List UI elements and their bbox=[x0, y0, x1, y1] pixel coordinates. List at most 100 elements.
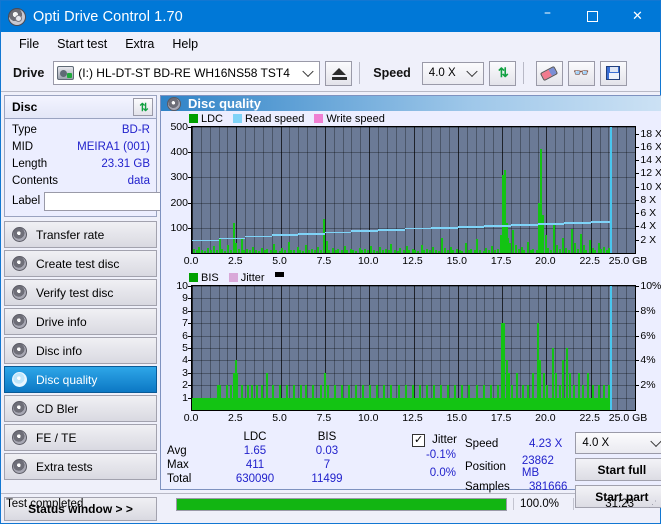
disc-row-contents: Contents data bbox=[12, 173, 150, 189]
progress-bar bbox=[176, 497, 507, 511]
data-bar bbox=[565, 348, 568, 410]
jitter-max-value: 0.0% bbox=[429, 467, 456, 479]
test-speed-value: 4.0 X bbox=[582, 437, 610, 449]
sidebar-item-create-test-disc[interactable]: Create test disc bbox=[4, 250, 157, 277]
stats-total-ldc: 630090 bbox=[235, 473, 275, 485]
legend-item-bis: BIS bbox=[189, 272, 219, 284]
data-bar bbox=[328, 249, 331, 253]
x-tick-label: 22.5 bbox=[579, 412, 600, 424]
bis-y2-axis-jitter: 10% 8% 6% 4% 2% bbox=[636, 280, 661, 411]
grid-line bbox=[457, 127, 459, 253]
data-bar bbox=[487, 250, 490, 253]
data-bar bbox=[326, 385, 329, 410]
disc-row-key: Length bbox=[12, 158, 48, 170]
menu-item-start-test[interactable]: Start test bbox=[48, 35, 116, 53]
ldc-plot-area bbox=[191, 126, 637, 254]
disc-row-value: 23.31 GB bbox=[101, 158, 150, 170]
sidebar-item-cd-bler[interactable]: CD Bler bbox=[4, 395, 157, 422]
minimize-button[interactable]: – bbox=[525, 1, 570, 32]
menu-item-file[interactable]: File bbox=[10, 35, 48, 53]
eject-button[interactable] bbox=[325, 60, 353, 86]
grid-line bbox=[218, 127, 220, 253]
x-tick-label: 25.0 GB bbox=[608, 412, 648, 424]
data-bar bbox=[192, 397, 195, 410]
sidebar-item-disc-info[interactable]: Disc info bbox=[4, 337, 157, 364]
sidebar-item-disc-quality[interactable]: Disc quality bbox=[4, 366, 157, 393]
legend-label: Jitter bbox=[240, 271, 265, 284]
sidebar-item-transfer-rate[interactable]: Transfer rate bbox=[4, 221, 157, 248]
erase-button[interactable] bbox=[535, 60, 563, 86]
toolbar-speed-select[interactable]: 4.0 X bbox=[421, 61, 484, 85]
start-full-button[interactable]: Start full bbox=[575, 458, 661, 481]
stats-avg-ldc: 1.65 bbox=[243, 445, 267, 457]
specs-button[interactable]: 👓 bbox=[567, 60, 595, 86]
x-tick-label: 15.0 bbox=[446, 412, 468, 424]
x-tick-label: 15.0 bbox=[446, 255, 468, 267]
disc-refresh-button[interactable]: ⇅ bbox=[133, 98, 153, 116]
grid-line bbox=[192, 298, 636, 300]
samples-key: Samples bbox=[465, 481, 510, 493]
test-speed-select[interactable]: 4.0 X bbox=[575, 432, 661, 454]
resize-grip-icon[interactable]: ⋰ bbox=[648, 499, 660, 510]
data-bar bbox=[418, 385, 421, 410]
grid-line bbox=[333, 127, 335, 253]
sidebar-item-fe-te[interactable]: FE / TE bbox=[4, 424, 157, 451]
data-bar bbox=[468, 385, 471, 410]
read-speed-line bbox=[484, 225, 511, 227]
data-bar bbox=[532, 248, 535, 253]
x-tick-label: 7.5 bbox=[316, 412, 332, 424]
data-bar bbox=[390, 385, 393, 410]
maximize-icon bbox=[587, 11, 598, 22]
speed-key: Speed bbox=[465, 438, 499, 450]
cursor-line bbox=[610, 286, 613, 410]
sidebar-item-verify-test-disc[interactable]: Verify test disc bbox=[4, 279, 157, 306]
position-value: 23862 MB bbox=[521, 455, 554, 479]
data-bar bbox=[452, 250, 455, 253]
y-tick-label: 400 bbox=[170, 146, 191, 159]
x-tick-label: 10.0 bbox=[357, 255, 379, 267]
sidebar-item-label: Extra tests bbox=[36, 459, 93, 474]
data-bar bbox=[567, 250, 570, 253]
close-button[interactable]: ✕ bbox=[615, 1, 660, 32]
y2-tick-label: 8 X bbox=[636, 193, 657, 206]
legend-label: Read speed bbox=[245, 112, 305, 125]
disc-icon bbox=[12, 285, 27, 300]
grid-line bbox=[626, 127, 628, 253]
disc-icon bbox=[12, 227, 27, 242]
menu-item-extra[interactable]: Extra bbox=[116, 35, 163, 53]
grid-line bbox=[200, 127, 202, 253]
y-tick-label: 300 bbox=[170, 171, 191, 184]
refresh-button[interactable]: ⇅ bbox=[488, 60, 516, 86]
grid-line bbox=[192, 348, 636, 349]
data-bar bbox=[223, 250, 226, 253]
read-speed-line bbox=[324, 231, 352, 234]
y2-tick-label: 2% bbox=[636, 379, 656, 392]
x-tick-label: 10.0 bbox=[357, 412, 379, 424]
maximize-button[interactable] bbox=[570, 1, 615, 32]
sidebar-item-label: Disc quality bbox=[36, 372, 98, 387]
save-button[interactable] bbox=[599, 60, 627, 86]
x-tick-label: 25.0 GB bbox=[608, 255, 648, 267]
sidebar-item-extra-tests[interactable]: Extra tests bbox=[4, 453, 157, 480]
stats-total-bis: 11499 bbox=[311, 473, 343, 485]
data-bar bbox=[319, 249, 322, 253]
controls-readouts: Speed 4.23 X Position 23862 MB Samples 3… bbox=[465, 431, 567, 508]
menu-item-help[interactable]: Help bbox=[163, 35, 207, 53]
data-bar bbox=[408, 250, 411, 253]
drive-select-value: (I:) HL-DT-ST BD-RE WH16NS58 TST4 bbox=[78, 66, 290, 80]
data-bar bbox=[355, 385, 358, 410]
cursor-line bbox=[610, 127, 613, 253]
data-bar bbox=[434, 249, 437, 253]
data-bar bbox=[300, 385, 303, 410]
ldc-legend: LDC Read speed Write speed bbox=[161, 111, 661, 126]
disc-icon bbox=[12, 401, 27, 416]
disc-icon bbox=[12, 459, 27, 474]
drive-select[interactable]: (I:) HL-DT-ST BD-RE WH16NS58 TST4 bbox=[53, 61, 321, 85]
data-bar bbox=[454, 385, 457, 410]
jitter-checkbox[interactable]: ✓ bbox=[412, 433, 426, 447]
sidebar-item-drive-info[interactable]: Drive info bbox=[4, 308, 157, 335]
grid-line bbox=[546, 127, 548, 253]
sidebar-nav: Transfer rate Create test disc Verify te… bbox=[4, 221, 157, 480]
jitter-label: Jitter bbox=[432, 434, 457, 446]
data-bar bbox=[362, 385, 365, 410]
